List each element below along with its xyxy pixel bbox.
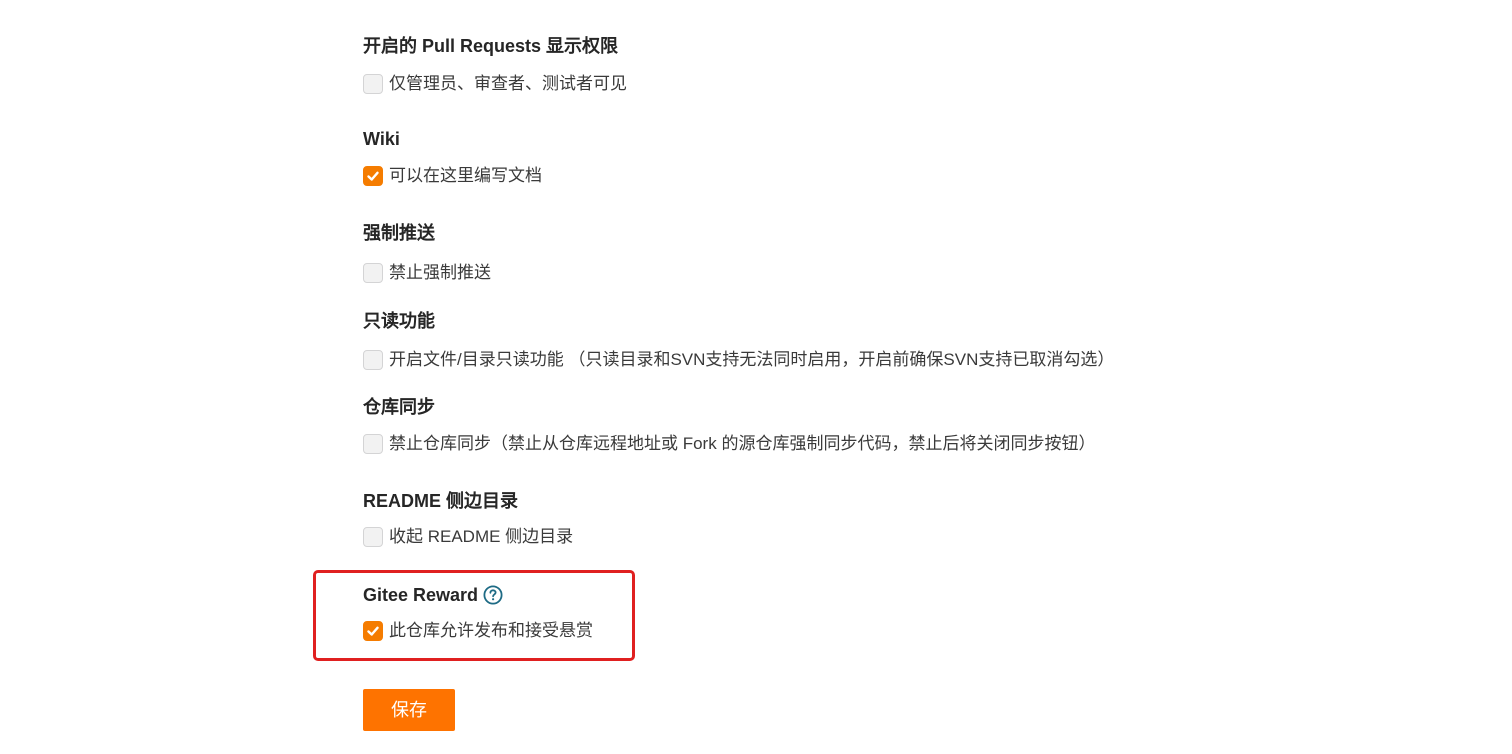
checkbox-label: 此仓库允许发布和接受悬赏 — [389, 621, 593, 640]
checkbox-option-repo-sync[interactable]: 禁止仓库同步（禁止从仓库远程地址或 Fork 的源仓库强制同步代码，禁止后将关闭… — [363, 432, 1095, 456]
section-title: Gitee Reward — [363, 585, 479, 605]
section-read-only: 只读功能 开启文件/目录只读功能 （只读目录和SVN支持无法同时启用，开启前确保… — [363, 309, 1114, 370]
checkbox-option-pr-visibility[interactable]: 仅管理员、审查者、测试者可见 — [363, 72, 627, 96]
section-title: 只读功能 — [363, 311, 435, 331]
checkbox-option-gitee-reward[interactable]: 此仓库允许发布和接受悬赏 — [363, 619, 593, 643]
section-title: README 侧边目录 — [363, 491, 519, 511]
checkbox[interactable] — [363, 527, 383, 547]
checkbox-option-read-only[interactable]: 开启文件/目录只读功能 （只读目录和SVN支持无法同时启用，开启前确保SVN支持… — [363, 348, 1114, 372]
section-pull-requests-visibility: 开启的 Pull Requests 显示权限 仅管理员、审查者、测试者可见 — [363, 34, 627, 94]
section-force-push: 强制推送 禁止强制推送 — [363, 221, 491, 283]
checkbox[interactable] — [363, 74, 383, 94]
section-title-row: Gitee Reward — [363, 583, 503, 607]
checkbox-label: 仅管理员、审查者、测试者可见 — [389, 74, 627, 93]
checkbox-label: 禁止强制推送 — [389, 263, 491, 282]
help-circle-icon[interactable] — [483, 585, 503, 605]
check-icon — [367, 626, 379, 636]
checkbox[interactable] — [363, 434, 383, 454]
checkbox-option-force-push[interactable]: 禁止强制推送 — [363, 261, 491, 285]
checkbox[interactable] — [363, 263, 383, 283]
checkbox-label: 可以在这里编写文档 — [389, 166, 542, 185]
checkbox[interactable] — [363, 166, 383, 186]
settings-page: 开启的 Pull Requests 显示权限 仅管理员、审查者、测试者可见 Wi… — [0, 0, 1512, 754]
section-repo-sync: 仓库同步 禁止仓库同步（禁止从仓库远程地址或 Fork 的源仓库强制同步代码，禁… — [363, 395, 1095, 454]
section-wiki: Wiki 可以在这里编写文档 — [363, 127, 542, 186]
checkbox-label: 开启文件/目录只读功能 （只读目录和SVN支持无法同时启用，开启前确保SVN支持… — [389, 350, 1115, 369]
section-title: 开启的 Pull Requests 显示权限 — [363, 36, 619, 56]
section-title: 强制推送 — [363, 223, 435, 243]
check-icon — [367, 171, 379, 181]
checkbox-option-wiki[interactable]: 可以在这里编写文档 — [363, 164, 542, 188]
section-readme-toc: README 侧边目录 收起 README 侧边目录 — [363, 489, 573, 547]
checkbox[interactable] — [363, 621, 383, 641]
checkbox-label: 禁止仓库同步（禁止从仓库远程地址或 Fork 的源仓库强制同步代码，禁止后将关闭… — [389, 434, 1096, 453]
section-title: Wiki — [363, 129, 400, 149]
section-title: 仓库同步 — [363, 397, 435, 417]
checkbox-option-readme-toc[interactable]: 收起 README 侧边目录 — [363, 525, 573, 549]
checkbox[interactable] — [363, 350, 383, 370]
section-gitee-reward: Gitee Reward 此仓库允许发布和接受悬赏 — [363, 583, 593, 641]
save-button[interactable]: 保存 — [363, 689, 455, 731]
checkbox-label: 收起 README 侧边目录 — [389, 527, 574, 546]
